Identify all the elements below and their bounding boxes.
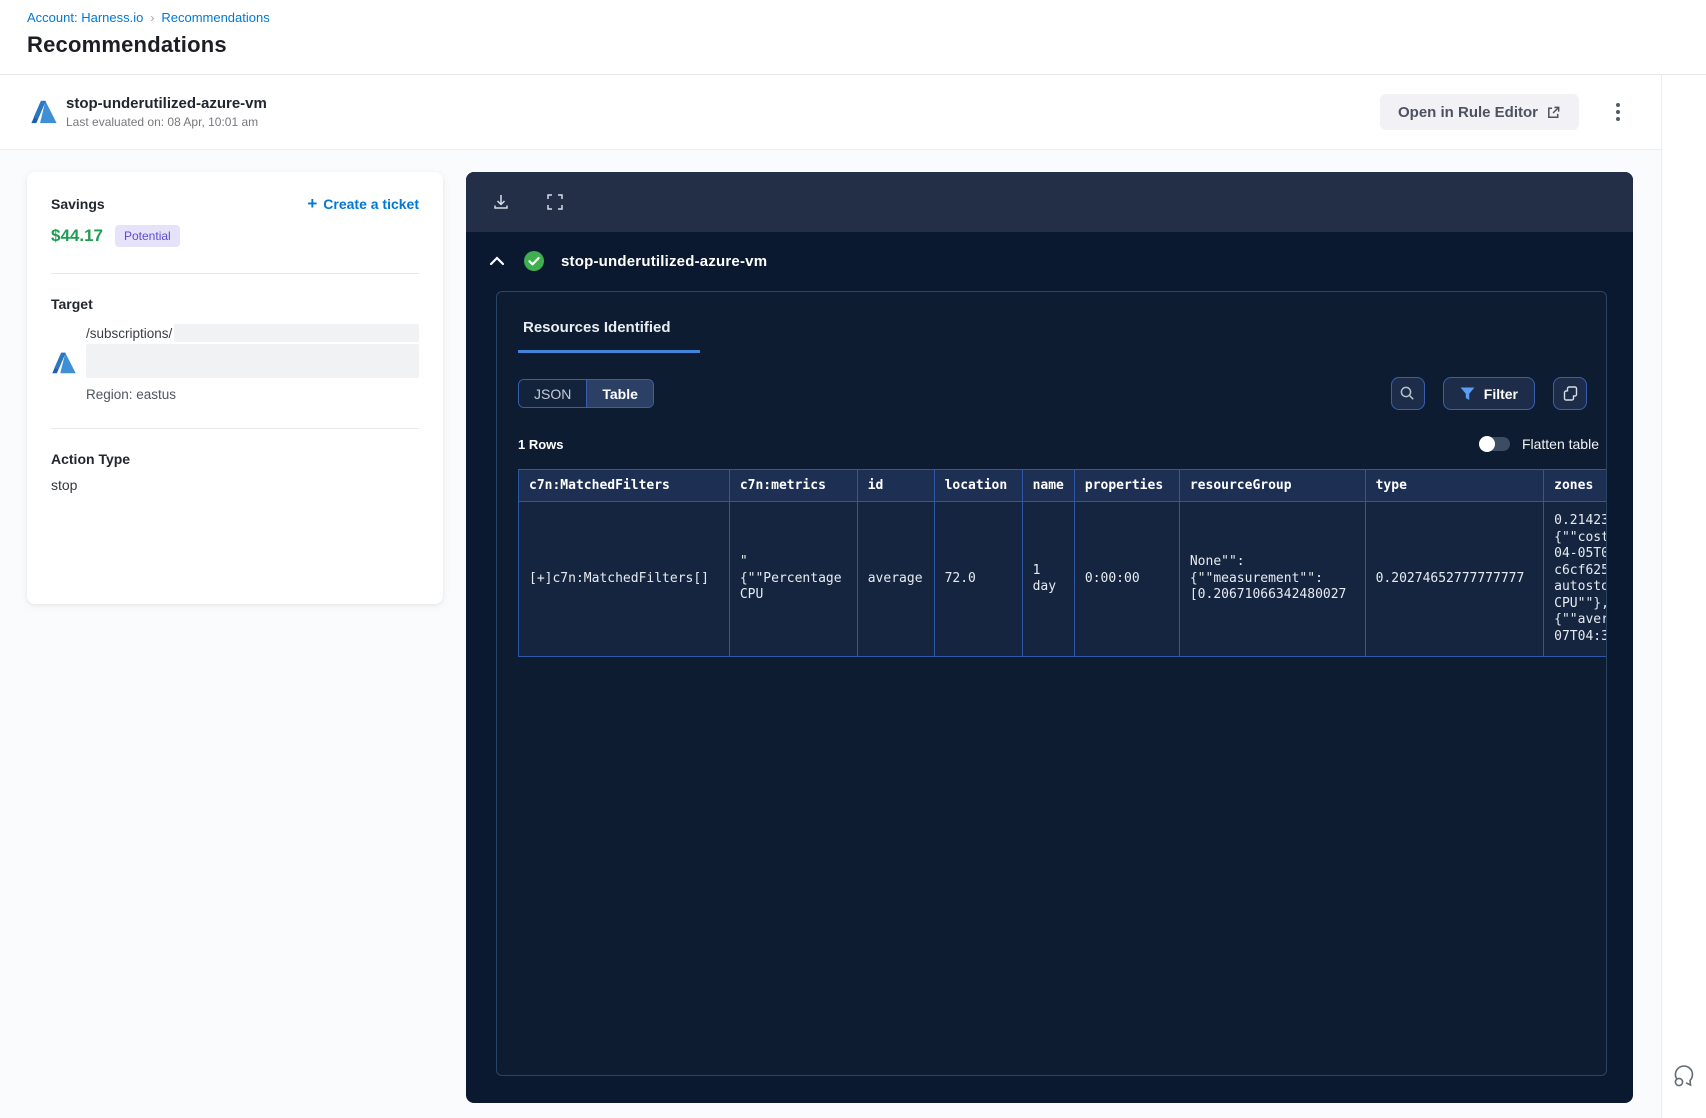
potential-badge: Potential [115, 225, 180, 247]
tab-resources-identified[interactable]: Resources Identified [518, 319, 700, 353]
rows-count: 1 Rows [518, 436, 564, 452]
copy-icon [1563, 386, 1577, 401]
action-type-value: stop [51, 477, 78, 493]
open-rule-editor-button[interactable]: Open in Rule Editor [1379, 94, 1579, 130]
search-button[interactable] [1390, 377, 1425, 410]
create-ticket-button[interactable]: + Create a ticket [307, 194, 419, 213]
download-button[interactable] [490, 191, 512, 213]
chevron-up-icon [489, 256, 505, 266]
flatten-table-label: Flatten table [1521, 436, 1599, 452]
azure-icon [31, 100, 57, 124]
resources-identified-panel: Resources Identified JSON Table Filter 1… [496, 291, 1607, 1076]
download-icon [494, 195, 508, 209]
page-title: Recommendations [27, 32, 227, 57]
filter-label: Filter [1483, 385, 1518, 402]
breadcrumb-separator: › [150, 10, 155, 25]
view-toggle-table[interactable]: Table [587, 380, 653, 407]
table-cell: 1 day [1021, 501, 1075, 657]
external-link-icon [1548, 106, 1560, 118]
more-options-button[interactable] [1603, 95, 1633, 129]
column-header[interactable]: location [933, 469, 1023, 502]
fullscreen-icon [547, 194, 563, 210]
table-cell: 72.0 [933, 501, 1023, 657]
filter-button[interactable]: Filter [1442, 377, 1535, 410]
breadcrumb: Account: Harness.io › Recommendations [27, 10, 1706, 25]
copy-button[interactable] [1553, 377, 1587, 410]
flatten-table-toggle[interactable] [1478, 436, 1510, 452]
topbar: Account: Harness.io › Recommendations Re… [0, 0, 1706, 75]
redacted-subscription-id [174, 324, 419, 342]
table-header-row: c7n:MatchedFilters c7n:metrics id locati… [518, 469, 1606, 502]
column-header[interactable]: zones [1543, 469, 1606, 502]
rule-header: stop-underutilized-azure-vm Last evaluat… [0, 75, 1661, 150]
panel-rule-name: stop-underutilized-azure-vm [561, 252, 768, 270]
table-row: [+]c7n:MatchedFilters[] " {""Percentage … [518, 501, 1606, 657]
resources-table: c7n:MatchedFilters c7n:metrics id locati… [518, 469, 1606, 657]
filter-icon [1460, 387, 1475, 400]
breadcrumb-account-link[interactable]: Account: Harness.io [27, 10, 143, 25]
open-rule-editor-label: Open in Rule Editor [1397, 103, 1538, 121]
divider [51, 273, 419, 274]
matched-filters-expander[interactable]: [+]c7n:MatchedFilters[] [518, 501, 730, 657]
table-cell: 0.20274652777777777 [1364, 501, 1545, 657]
action-type-label: Action Type [51, 451, 131, 467]
table-cell: " {""Percentage CPU [728, 501, 858, 657]
main-column: stop-underutilized-azure-vm Last evaluat… [0, 75, 1662, 1118]
evaluation-results-panel: stop-underutilized-azure-vm Resources Id… [466, 172, 1633, 1103]
target-subscription-path: /subscriptions/ [86, 325, 173, 341]
azure-icon [52, 352, 76, 374]
feedback-chat-button[interactable] [1671, 1062, 1699, 1088]
column-header[interactable]: c7n:metrics [728, 469, 858, 502]
last-evaluated-text: Last evaluated on: 08 Apr, 10:01 am [66, 115, 259, 129]
column-header[interactable]: resourceGroup [1178, 469, 1366, 502]
target-region: Region: eastus [86, 387, 177, 402]
table-cell: average [856, 501, 935, 657]
recommendation-detail-page: Account: Harness.io › Recommendations Re… [0, 0, 1706, 1118]
column-header[interactable]: properties [1073, 469, 1180, 502]
content-area: Savings + Create a ticket $44.17 Potenti… [0, 150, 1661, 1118]
panel-toolbar [466, 172, 1633, 232]
view-toggle: JSON Table [518, 379, 654, 408]
table-cell: 0:00:00 [1073, 501, 1180, 657]
column-header[interactable]: name [1021, 469, 1075, 502]
savings-label: Savings [51, 196, 105, 212]
target-label: Target [51, 296, 93, 312]
view-toggle-json[interactable]: JSON [519, 380, 588, 407]
redacted-resource-path [86, 344, 419, 378]
plus-icon: + [307, 194, 318, 213]
rule-result-header: stop-underutilized-azure-vm [466, 232, 1633, 272]
recommendation-summary-card: Savings + Create a ticket $44.17 Potenti… [27, 172, 443, 604]
table-cell: 0.21423 {""cost 04-05T0 c6cf625 autosto … [1543, 501, 1606, 657]
success-check-icon [524, 251, 544, 271]
fullscreen-button[interactable] [544, 191, 566, 213]
resources-table-container[interactable]: c7n:MatchedFilters c7n:metrics id locati… [518, 469, 1606, 657]
column-header[interactable]: type [1364, 469, 1545, 502]
column-header[interactable]: id [856, 469, 935, 502]
breadcrumb-recommendations-link[interactable]: Recommendations [161, 10, 269, 25]
rule-name: stop-underutilized-azure-vm [66, 95, 267, 112]
table-cell: None"": {""measurement"": [0.20671066342… [1178, 501, 1366, 657]
divider [51, 428, 419, 429]
create-ticket-label: Create a ticket [323, 196, 419, 212]
column-header[interactable]: c7n:MatchedFilters [518, 469, 730, 502]
search-icon [1400, 386, 1414, 400]
right-rail [1662, 75, 1706, 1118]
collapse-button[interactable] [487, 251, 507, 271]
savings-amount: $44.17 [51, 226, 103, 245]
